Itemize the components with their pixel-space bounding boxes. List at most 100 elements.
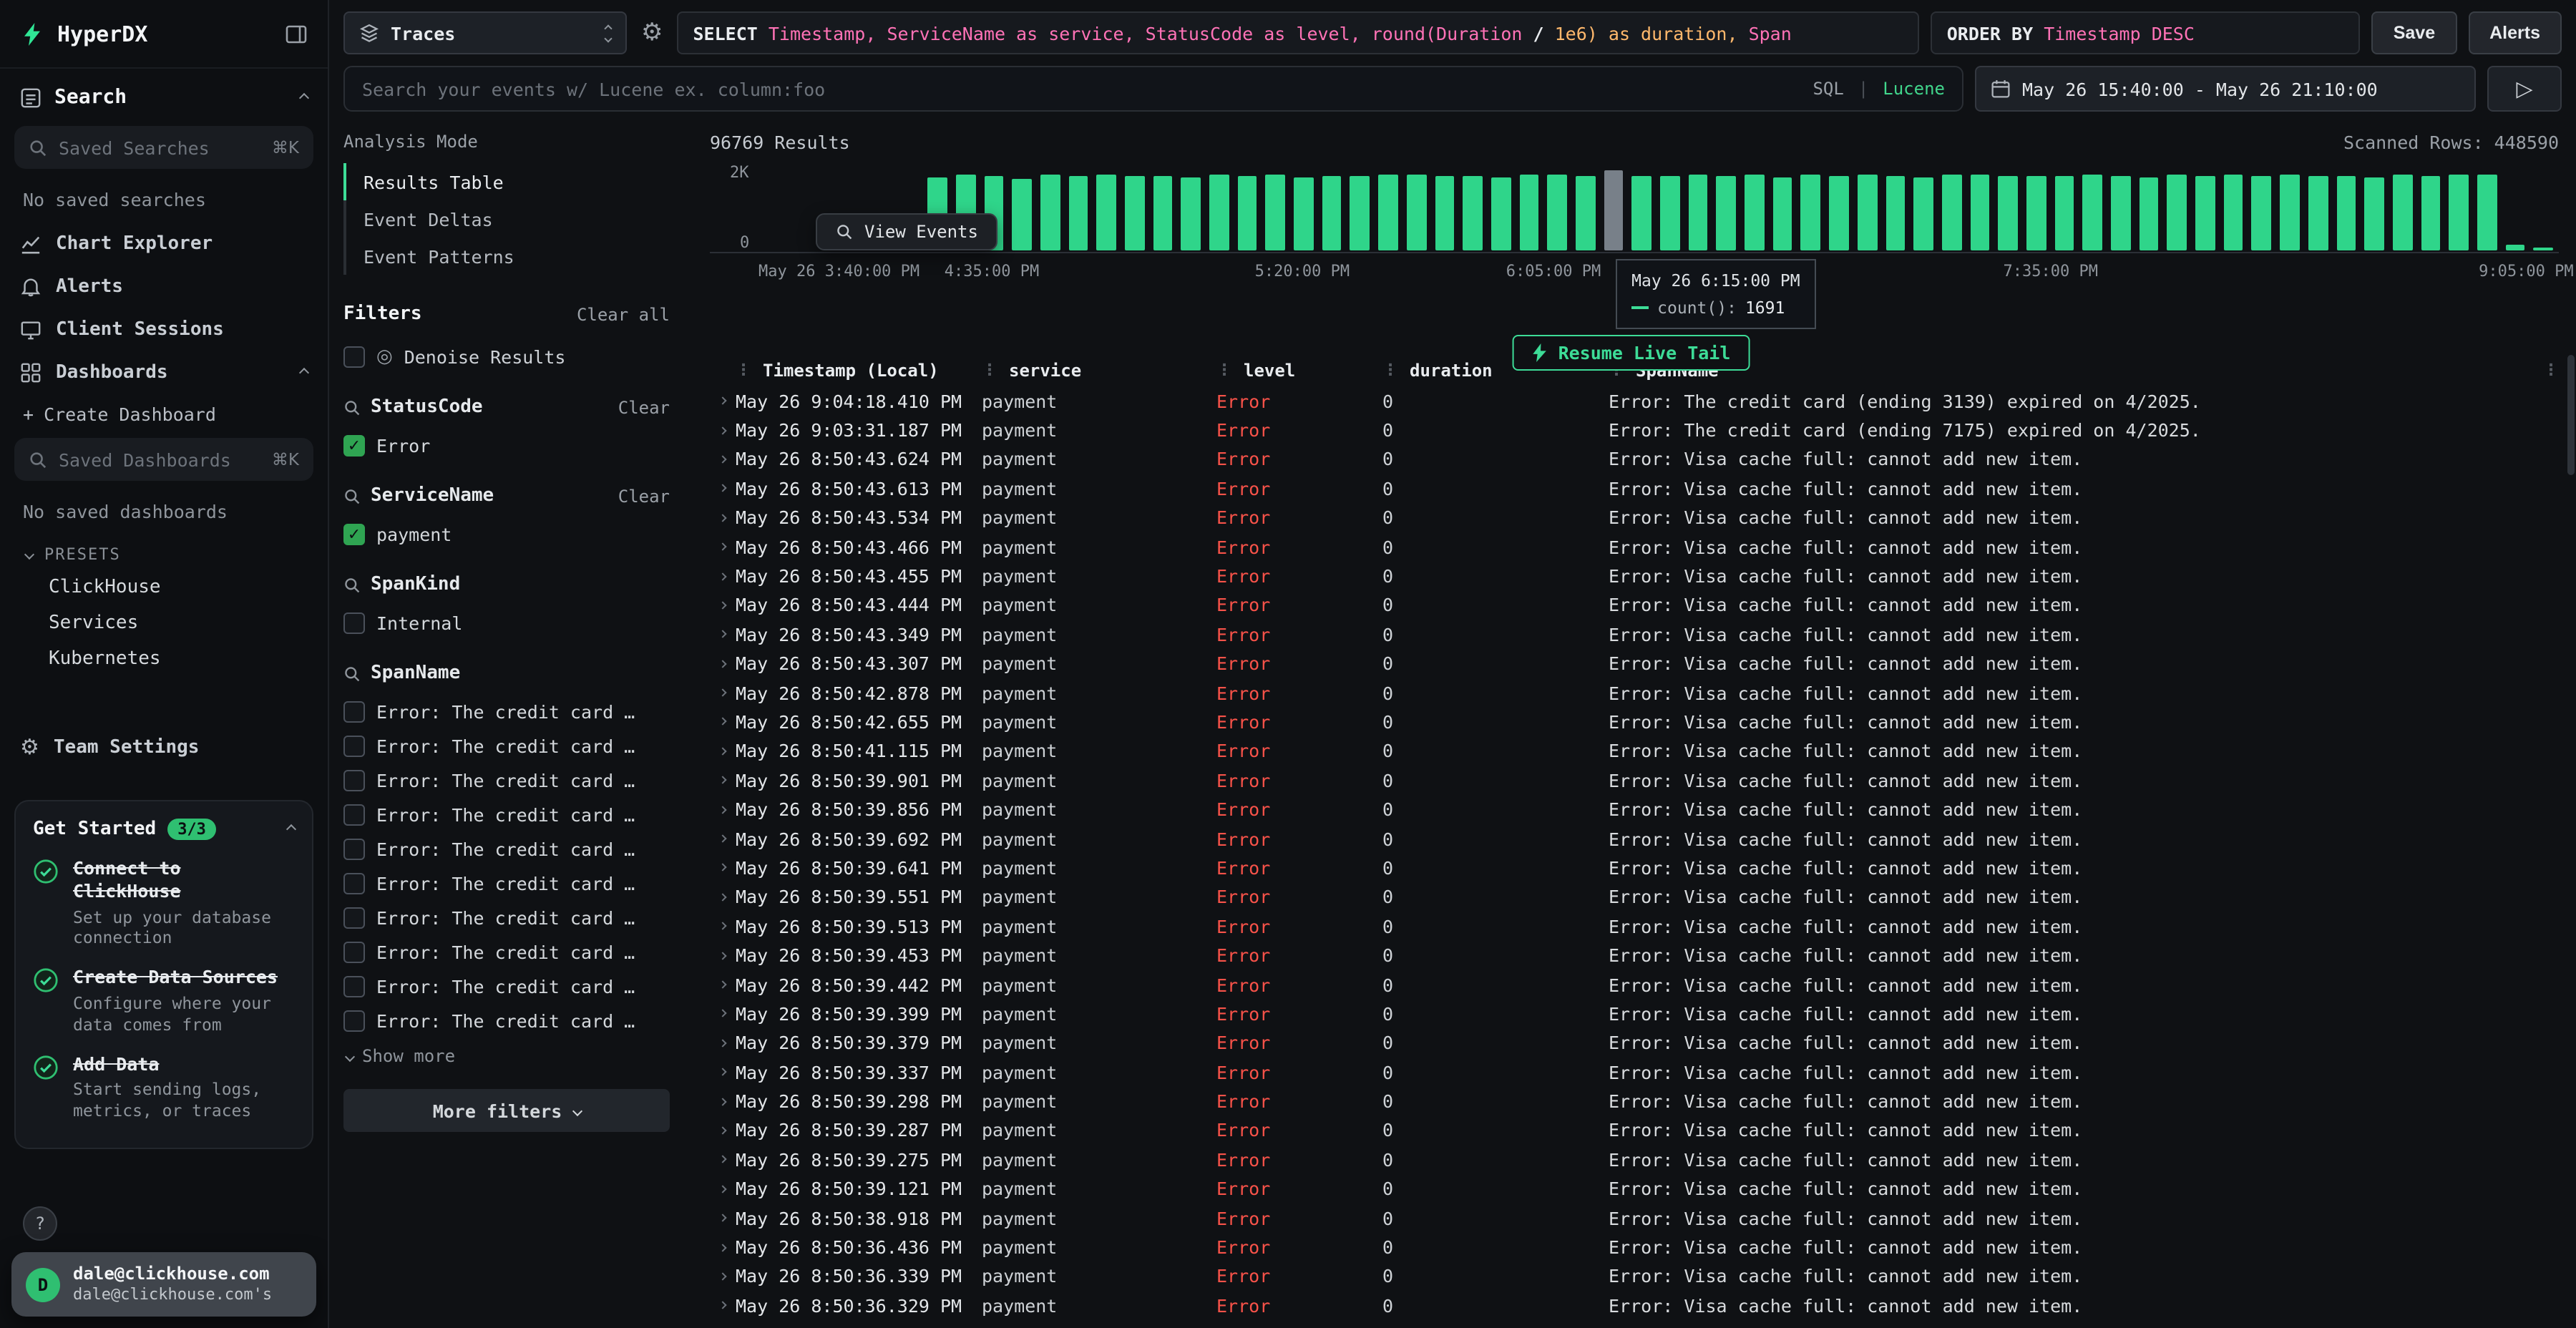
expand-row-icon[interactable]	[718, 1302, 726, 1309]
source-select[interactable]: Traces	[343, 11, 627, 54]
histogram-bar[interactable]	[1913, 177, 1933, 250]
table-row[interactable]: May 26 8:50:36.436 PM payment Error 0 Er…	[710, 1233, 2559, 1262]
table-row[interactable]: May 26 8:50:38.918 PM payment Error 0 Er…	[710, 1204, 2559, 1233]
histogram-bar[interactable]	[1294, 177, 1313, 250]
resume-live-tail-button[interactable]: Resume Live Tail	[1513, 335, 1751, 371]
histogram-bar[interactable]	[2336, 176, 2356, 250]
view-events-button[interactable]: View Events	[816, 213, 998, 250]
get-started-step[interactable]: Connect to ClickHouse Set up your databa…	[33, 857, 295, 949]
table-row[interactable]: May 26 8:50:39.513 PM payment Error 0 Er…	[710, 912, 2559, 941]
table-row[interactable]: May 26 8:50:43.444 PM payment Error 0 Er…	[710, 590, 2559, 620]
presets-header[interactable]: PRESETS	[0, 534, 328, 570]
run-query-button[interactable]: ▷	[2487, 66, 2562, 112]
histogram-bar[interactable]	[1181, 177, 1201, 250]
table-row[interactable]: May 26 8:50:43.455 PM payment Error 0 Er…	[710, 562, 2559, 591]
table-row[interactable]: May 26 8:50:39.856 PM payment Error 0 Er…	[710, 795, 2559, 824]
filter-option[interactable]: Error: The credit card …	[343, 728, 670, 763]
histogram-bar[interactable]	[1237, 176, 1257, 250]
expand-row-icon[interactable]	[718, 397, 726, 405]
search-icon[interactable]	[343, 665, 361, 682]
histogram-bar[interactable]	[1717, 176, 1736, 250]
expand-row-icon[interactable]	[718, 572, 726, 580]
filter-option[interactable]: Error: The credit card …	[343, 1003, 670, 1038]
expand-row-icon[interactable]	[718, 864, 726, 872]
event-search-bar[interactable]: SQL | Lucene	[343, 66, 1963, 112]
histogram-bar[interactable]	[1829, 176, 1848, 250]
histogram-bar[interactable]	[1040, 175, 1060, 250]
expand-row-icon[interactable]	[718, 1185, 726, 1193]
filter-option[interactable]: Error: The credit card …	[343, 763, 670, 797]
histogram-bar[interactable]	[1858, 175, 1877, 250]
preset-services[interactable]: Services	[0, 605, 328, 641]
get-started-step[interactable]: Create Data Sources Configure where your…	[33, 967, 295, 1035]
filter-option[interactable]: Error: The credit card …	[343, 866, 670, 900]
expand-row-icon[interactable]	[718, 1243, 726, 1251]
table-row[interactable]: May 26 8:50:39.442 PM payment Error 0 Er…	[710, 970, 2559, 1000]
table-row[interactable]: May 26 8:50:36.329 PM payment Error 0 Er…	[710, 1291, 2559, 1320]
expand-row-icon[interactable]	[718, 1097, 726, 1105]
histogram-bar[interactable]	[1068, 176, 1088, 250]
histogram-bar[interactable]	[1548, 175, 1567, 250]
histogram-bar[interactable]	[2139, 177, 2158, 250]
expand-row-icon[interactable]	[718, 1272, 726, 1280]
analysis-mode-results-table[interactable]: Results Table	[343, 163, 670, 200]
clear-all-filters-button[interactable]: Clear all	[577, 304, 670, 324]
table-row[interactable]: May 26 8:50:39.692 PM payment Error 0 Er…	[710, 824, 2559, 854]
clear-filter-button[interactable]: Clear	[618, 397, 670, 417]
histogram-bar[interactable]	[2167, 175, 2187, 250]
histogram-bar[interactable]	[1688, 175, 1707, 250]
histogram-bar[interactable]	[1350, 176, 1370, 250]
expand-row-icon[interactable]	[718, 426, 726, 434]
expand-row-icon[interactable]	[718, 776, 726, 784]
expand-row-icon[interactable]	[718, 980, 726, 988]
mode-lucene-toggle[interactable]: Lucene	[1883, 79, 1945, 99]
table-row[interactable]: May 26 8:50:39.379 PM payment Error 0 Er…	[710, 1028, 2559, 1058]
chevron-up-icon[interactable]	[299, 92, 309, 102]
histogram-bar[interactable]	[2224, 175, 2243, 250]
table-row[interactable]: May 26 8:50:39.551 PM payment Error 0 Er…	[710, 882, 2559, 912]
histogram-bar[interactable]	[1576, 177, 1595, 250]
scrollbar-thumb[interactable]	[2567, 355, 2575, 475]
filter-option[interactable]: payment	[343, 517, 670, 551]
histogram-bar[interactable]	[2026, 177, 2046, 250]
histogram-bar[interactable]	[1999, 176, 2018, 250]
search-icon[interactable]	[343, 576, 361, 593]
sidebar-item-dashboards[interactable]: Dashboards	[0, 351, 328, 394]
preset-clickhouse[interactable]: ClickHouse	[0, 570, 328, 605]
column-header[interactable]: level	[1244, 360, 1295, 380]
expand-row-icon[interactable]	[718, 543, 726, 551]
histogram-bar[interactable]	[1266, 175, 1285, 250]
histogram-bar[interactable]	[1322, 175, 1342, 250]
table-row[interactable]: May 26 8:50:43.534 PM payment Error 0 Er…	[710, 503, 2559, 532]
expand-row-icon[interactable]	[718, 1010, 726, 1017]
filter-option[interactable]: Error: The credit card …	[343, 900, 670, 934]
histogram-bar[interactable]	[1378, 174, 1397, 250]
table-row[interactable]: May 26 8:50:39.901 PM payment Error 0 Er…	[710, 766, 2559, 795]
table-row[interactable]: May 26 8:50:39.121 PM payment Error 0 Er…	[710, 1174, 2559, 1204]
table-row[interactable]: May 26 9:03:31.187 PM payment Error 0 Er…	[710, 416, 2559, 445]
analysis-mode-event-deltas[interactable]: Event Deltas	[343, 200, 670, 238]
histogram-bar[interactable]	[2393, 175, 2412, 250]
more-filters-button[interactable]: More filters	[343, 1089, 670, 1132]
histogram-bar[interactable]	[2083, 175, 2102, 250]
table-row[interactable]: May 26 8:50:43.466 PM payment Error 0 Er…	[710, 532, 2559, 562]
table-row[interactable]: May 26 8:50:39.337 PM payment Error 0 Er…	[710, 1058, 2559, 1087]
column-grip-icon[interactable]: ⋮	[736, 361, 751, 379]
filter-option[interactable]: Error: The credit card …	[343, 831, 670, 866]
histogram-bar[interactable]	[1519, 175, 1538, 250]
save-button[interactable]: Save	[2372, 11, 2457, 54]
column-header[interactable]: duration	[1410, 360, 1493, 380]
table-row[interactable]: May 26 8:50:43.307 PM payment Error 0 Er…	[710, 649, 2559, 678]
sidebar-item-team-settings[interactable]: ⚙ Team Settings	[0, 726, 328, 768]
table-row[interactable]: May 26 8:50:42.655 PM payment Error 0 Er…	[710, 708, 2559, 737]
user-menu[interactable]: D dale@clickhouse.com dale@clickhouse.co…	[11, 1253, 316, 1317]
table-row[interactable]: May 26 8:50:39.287 PM payment Error 0 Er…	[710, 1116, 2559, 1146]
expand-row-icon[interactable]	[718, 806, 726, 814]
histogram-bar[interactable]	[2054, 175, 2074, 250]
filter-option[interactable]: Error: The credit card …	[343, 969, 670, 1003]
expand-row-icon[interactable]	[718, 514, 726, 522]
table-row[interactable]: May 26 8:50:36.339 PM payment Error 0 Er…	[710, 1261, 2559, 1291]
histogram-bar[interactable]	[1209, 175, 1229, 250]
saved-searches-input[interactable]: Saved Searches ⌘K	[14, 126, 313, 169]
chevron-up-icon[interactable]	[299, 367, 309, 377]
